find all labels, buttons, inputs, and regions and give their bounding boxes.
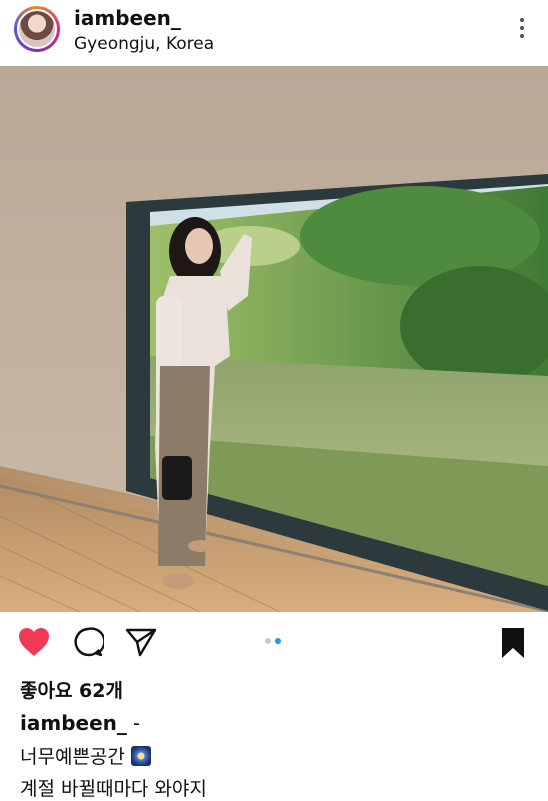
carousel-dot xyxy=(265,638,271,644)
location-link[interactable]: Gyeongju, Korea xyxy=(74,34,214,54)
bookmark-filled-icon[interactable] xyxy=(500,626,526,660)
caption-username-link[interactable]: iambeen_ xyxy=(20,711,127,735)
heart-filled-icon[interactable] xyxy=(17,626,51,658)
night-sky-emoji xyxy=(130,746,151,766)
caption-dash: - xyxy=(132,711,141,735)
caption-text-1: 너무예쁜공간 xyxy=(20,746,125,768)
post-header: iambeen_ Gyeongju, Korea xyxy=(0,0,548,62)
likes-count[interactable]: 좋아요 62개 xyxy=(20,676,123,703)
caption-line-1: 너무예쁜공간 xyxy=(20,742,151,769)
avatar-image xyxy=(17,9,57,49)
caption-line-2: 계절 바뀔때마다 와야지 xyxy=(20,778,207,800)
carousel-dot-active xyxy=(275,638,281,644)
carousel-indicator xyxy=(265,638,285,646)
paper-plane-icon[interactable] xyxy=(124,626,158,658)
post-image[interactable] xyxy=(0,66,548,612)
caption-username: iambeen_ - xyxy=(20,711,140,735)
more-vertical-icon[interactable] xyxy=(518,18,526,42)
avatar[interactable] xyxy=(14,6,60,52)
username[interactable]: iambeen_ xyxy=(74,6,181,30)
comment-icon[interactable] xyxy=(72,626,104,658)
